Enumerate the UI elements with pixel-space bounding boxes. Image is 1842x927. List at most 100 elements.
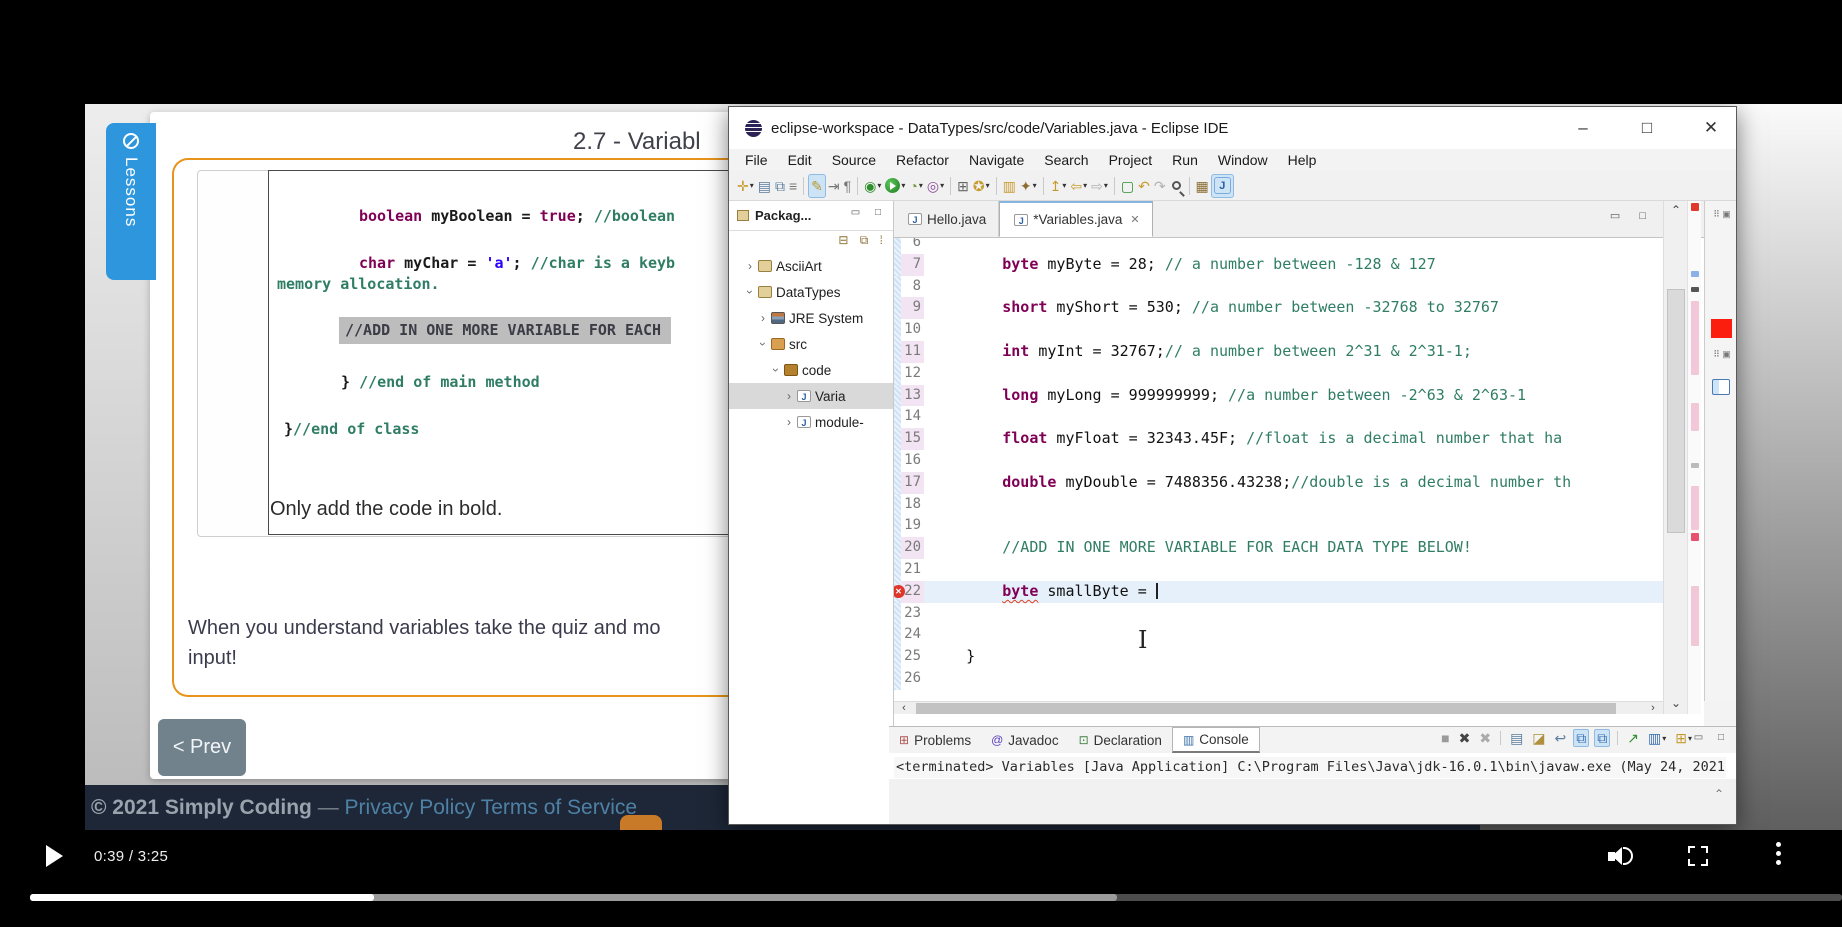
vscroll-thumb[interactable] (1667, 289, 1685, 533)
chevron-right-icon[interactable]: › (783, 389, 795, 403)
code-line-18[interactable]: 18 (894, 493, 1663, 516)
explorer-toolbar-icons[interactable]: ⊟ ⧉ ⁞ (838, 233, 887, 248)
chevron-right-icon[interactable]: › (783, 415, 795, 429)
tab-declaration[interactable]: ⊡ Declaration (1069, 727, 1172, 753)
terminate-button[interactable]: ■ (1439, 730, 1451, 746)
code-line-7[interactable]: 7 byte myByte = 28; // a number between … (894, 253, 1663, 276)
code-line-8[interactable]: 8 (894, 275, 1663, 298)
code-line-24[interactable]: 24 (894, 624, 1663, 647)
volume-icon[interactable] (1608, 844, 1638, 868)
code-line-6[interactable]: 6 (894, 238, 1663, 254)
new-window-button[interactable]: ▢ (1119, 174, 1136, 198)
redo-button[interactable]: ↷ (1152, 174, 1168, 198)
restore-view-icon[interactable]: ⠿ ▣ (1710, 209, 1734, 220)
mark-occurrences-button[interactable]: ✎ (808, 173, 826, 198)
tree-item-varia[interactable]: › J Varia (729, 383, 893, 409)
tab-problems[interactable]: ⊞ Problems (889, 727, 981, 753)
show-on-stdout-button[interactable]: ⧉ (1573, 729, 1590, 747)
code-line-19[interactable]: 19 (894, 515, 1663, 538)
clear-console-button[interactable]: ▤ (1508, 730, 1525, 746)
remove-all-terminated-button[interactable]: ✖ (1477, 730, 1493, 746)
code-line-26[interactable]: 26 (894, 667, 1663, 690)
progress-bar[interactable] (30, 894, 1842, 901)
open-console-button[interactable]: ⊞ ▾ (1673, 730, 1694, 746)
code-line-16[interactable]: 16 (894, 449, 1663, 472)
coverage-button[interactable]: ◔ ▾ (907, 174, 924, 198)
profile-button[interactable]: ◎ ▾ (925, 174, 946, 198)
fullscreen-icon[interactable] (1688, 846, 1708, 866)
show-whitespace-button[interactable]: ¶ (842, 174, 854, 198)
scroll-up-arrow[interactable]: ⌃ (1664, 203, 1688, 219)
show-on-stderr-button[interactable]: ⧉ (1594, 729, 1611, 747)
scroll-right-arrow[interactable]: › (1645, 702, 1661, 715)
title-bar[interactable]: eclipse-workspace - DataTypes/src/code/V… (729, 107, 1736, 149)
menu-file[interactable]: File (735, 150, 778, 170)
run-button[interactable]: ▾ (883, 174, 907, 198)
code-line-14[interactable]: 14 (894, 406, 1663, 429)
print-button[interactable]: ≡ (787, 174, 799, 198)
menu-navigate[interactable]: Navigate (959, 150, 1034, 170)
scroll-down-arrow[interactable]: ⌄ (1664, 696, 1688, 712)
code-line-23[interactable]: 23 (894, 602, 1663, 625)
java-perspective-button[interactable]: J (1210, 173, 1234, 198)
menu-source[interactable]: Source (822, 150, 886, 170)
format-button[interactable]: ⇥ (826, 174, 842, 198)
code-line-22[interactable]: 22 byte smallByte = ✕ (894, 580, 1663, 603)
tree-item-module-[interactable]: › Jmodule- (729, 409, 893, 435)
code-line-20[interactable]: 20 //ADD IN ONE MORE VARIABLE FOR EACH D… (894, 537, 1663, 559)
chevron-right-icon[interactable]: › (744, 259, 756, 273)
code-line-12[interactable]: 12 (894, 362, 1663, 385)
footer-links[interactable]: Privacy Policy Terms of Service (345, 796, 638, 819)
minimize-button[interactable]: – (1572, 118, 1594, 138)
overview-ruler[interactable] (1687, 201, 1701, 714)
menu-help[interactable]: Help (1278, 150, 1327, 170)
scroll-lock-button[interactable]: ◪ (1530, 730, 1547, 746)
menu-refactor[interactable]: Refactor (886, 150, 959, 170)
editor-tab-hello-java[interactable]: J Hello.java (894, 201, 1000, 237)
undo-button[interactable]: ↶ (1136, 174, 1152, 198)
tab-javadoc[interactable]: @ Javadoc (981, 727, 1068, 753)
menu-window[interactable]: Window (1208, 150, 1278, 170)
code-line-25[interactable]: 25 } (894, 646, 1663, 668)
open-type-button[interactable]: ▥ (1001, 174, 1018, 198)
close-tab-icon[interactable]: ✕ (1130, 213, 1139, 226)
prev-button[interactable]: < Prev (158, 719, 246, 776)
forward-button[interactable]: ⇨ ▾ (1089, 174, 1110, 198)
package-explorer-tab[interactable]: Packag... ▭ □ (729, 201, 893, 231)
code-line-17[interactable]: 17 double myDouble = 7488356.43238;//dou… (894, 471, 1663, 494)
panel-minmax-icons[interactable]: ▭ □ (851, 207, 887, 218)
restore-view-icon[interactable]: ⠿ ▣ (1710, 349, 1734, 360)
menu-project[interactable]: Project (1099, 150, 1163, 170)
editor-minmax-icons[interactable]: ▭ □ (1610, 209, 1654, 222)
pin-console-button[interactable]: ↗ (1625, 730, 1641, 746)
scroll-left-arrow[interactable]: ‹ (896, 702, 912, 715)
console-output-area[interactable]: ⌃ (889, 779, 1736, 824)
play-button[interactable] (46, 845, 63, 867)
code-line-21[interactable]: 21 (894, 558, 1663, 581)
last-edit-location-button[interactable]: ↥ ▾ (1048, 174, 1069, 198)
remove-launch-button[interactable]: ✖ (1457, 730, 1473, 746)
outline-view-icon[interactable] (1712, 379, 1730, 395)
chevron-down-icon[interactable]: › (756, 338, 770, 350)
tree-item-code[interactable]: › code (729, 357, 893, 383)
tree-item-jre-system[interactable]: › JRE System (729, 305, 893, 331)
save-button[interactable]: ▤ (756, 174, 773, 198)
tab-console[interactable]: ▥ Console (1171, 727, 1260, 753)
tree-item-asciiart[interactable]: › AsciiArt (729, 253, 893, 279)
chevron-down-icon[interactable]: › (769, 364, 783, 376)
editor-tab--variables-java[interactable]: J *Variables.java ✕ (999, 201, 1153, 237)
display-selected-console-button[interactable]: ▥ ▾ (1646, 730, 1668, 746)
junit-button[interactable]: ⊞ (955, 174, 971, 198)
external-tools-button[interactable]: ✦ ▾ (1018, 174, 1039, 198)
tree-item-datatypes[interactable]: › DataTypes (729, 279, 893, 305)
lessons-tab[interactable]: Lessons (106, 123, 156, 280)
chevron-right-icon[interactable]: › (757, 311, 769, 325)
search-button[interactable] (1168, 174, 1185, 198)
code-line-9[interactable]: 9 short myShort = 530; //a number betwee… (894, 297, 1663, 320)
maximize-button[interactable]: □ (1636, 118, 1658, 138)
console-scroll-up-arrow[interactable]: ⌃ (1714, 787, 1724, 801)
bottom-panel-minmax-icons[interactable]: ▭ □ (1694, 732, 1730, 743)
new-wizard-button[interactable]: ✛ ▾ (735, 174, 756, 198)
horizontal-scrollbar[interactable]: ‹ › (894, 701, 1663, 714)
chevron-down-icon[interactable]: › (743, 286, 757, 298)
